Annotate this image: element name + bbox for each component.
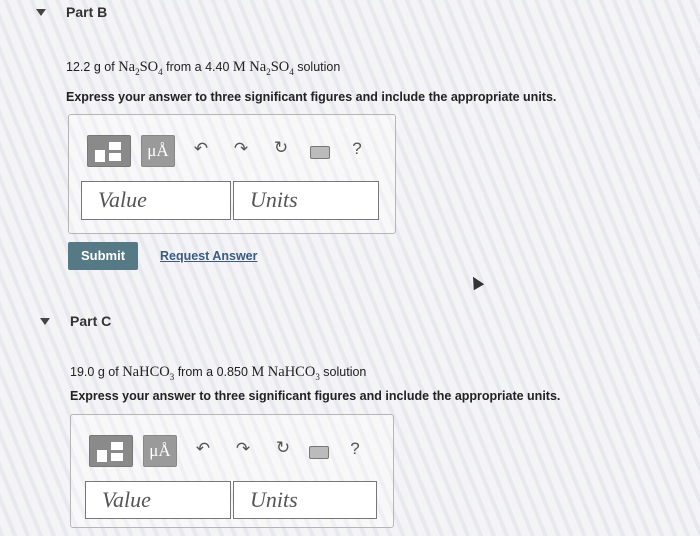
- part-b-instruction: Express your answer to three significant…: [66, 90, 557, 104]
- collapse-caret-icon[interactable]: [36, 9, 46, 16]
- redo-icon[interactable]: ↷: [229, 139, 253, 159]
- units-input[interactable]: Units: [233, 181, 379, 220]
- value-input[interactable]: Value: [81, 181, 231, 220]
- keyboard-icon[interactable]: [309, 446, 329, 459]
- template-grid-icon: [97, 450, 107, 462]
- collapse-caret-icon-c[interactable]: [40, 318, 50, 325]
- part-b-problem-text: 12.2 g of Na2SO4 from a 4.40 M Na2SO4 so…: [66, 59, 341, 77]
- reset-icon[interactable]: ↻: [269, 138, 293, 158]
- part-c-instruction: Express your answer to three significant…: [70, 389, 561, 403]
- mouse-cursor-icon: [467, 273, 485, 291]
- part-b-title: Part B: [66, 4, 108, 20]
- units-symbol-button-c[interactable]: μÅ: [143, 435, 177, 467]
- undo-icon[interactable]: ↶: [189, 139, 213, 159]
- templates-button-c[interactable]: [89, 435, 133, 467]
- part-c-answer-box: μÅ ↶ ↷ ↻ ? Value Units: [70, 414, 394, 528]
- request-answer-link[interactable]: Request Answer: [160, 249, 257, 263]
- units-symbol-button[interactable]: μÅ: [141, 135, 175, 167]
- value-input-c[interactable]: Value: [85, 481, 231, 519]
- units-input-c[interactable]: Units: [233, 481, 377, 519]
- undo-icon[interactable]: ↶: [191, 439, 215, 459]
- template-grid-icon: [95, 150, 105, 162]
- help-button[interactable]: ?: [347, 139, 367, 159]
- reset-icon[interactable]: ↻: [271, 438, 295, 458]
- keyboard-icon[interactable]: [310, 146, 330, 159]
- part-c-title: Part C: [70, 313, 112, 329]
- templates-button[interactable]: [87, 135, 131, 167]
- help-button-c[interactable]: ?: [345, 439, 365, 459]
- part-b-answer-box: μÅ ↶ ↷ ↻ ? Value Units: [68, 114, 396, 234]
- part-c-problem-text: 19.0 g of NaHCO3 from a 0.850 M NaHCO3 s…: [70, 364, 367, 382]
- redo-icon[interactable]: ↷: [231, 439, 255, 459]
- submit-button[interactable]: Submit: [68, 242, 138, 270]
